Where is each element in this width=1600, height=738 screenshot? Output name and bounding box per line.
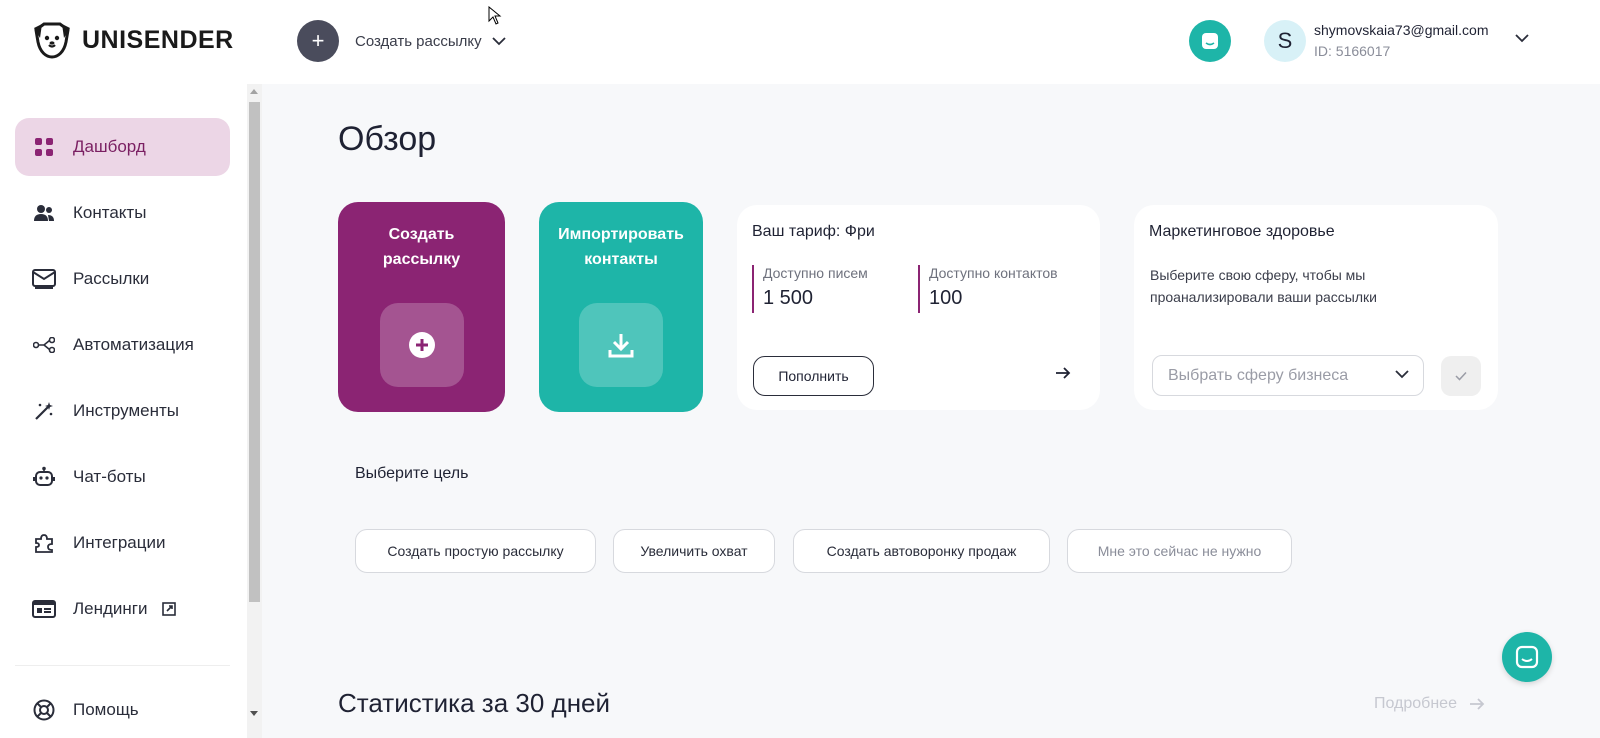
sidebar-item-dashboard[interactable]: Дашборд [15,118,230,176]
goal-simple-campaign-button[interactable]: Создать простую рассылку [355,529,596,573]
import-contacts-card[interactable]: Импортировать контакты [539,202,703,412]
more-link-label: Подробнее [1374,695,1457,712]
sidebar-item-label: Дашборд [73,137,146,156]
health-title: Маркетинговое здоровье [1149,223,1335,240]
plus-icon[interactable]: + [297,20,339,62]
scroll-up-arrow-icon[interactable] [250,89,258,94]
create-card-tile [380,303,464,387]
health-description: Выберите свою сферу, чтобы мы проанализи… [1150,267,1377,305]
sidebar-item-label: Чат-боты [73,467,146,486]
magic-wand-icon [30,397,58,425]
download-icon [608,334,634,358]
external-link-icon [161,602,176,616]
arrow-right-icon [1469,698,1485,710]
puzzle-icon [30,529,58,557]
top-header: UNISENDER + Создать рассылку S shymovska… [0,0,1600,84]
automation-icon [30,331,58,359]
logo-text: UNISENDER [82,25,234,54]
chat-button[interactable] [1189,20,1231,62]
tariff-title: Ваш тариф: Фри [752,223,875,240]
sidebar-item-campaigns[interactable]: Рассылки [15,250,230,308]
sidebar-item-contacts[interactable]: Контакты [15,184,230,242]
sidebar-item-label: Инструменты [73,401,180,420]
arrow-right-icon[interactable] [1055,367,1071,379]
create-campaign-card[interactable]: Создать рассылку [338,202,505,412]
contacts-label: Доступно контактов [929,265,1058,281]
user-email[interactable]: shymovskaia73@gmail.com [1314,22,1489,38]
import-card-title: Импортировать контакты [558,226,684,268]
goal-increase-reach-button[interactable]: Увеличить охват [613,529,775,573]
scroll-thumb[interactable] [249,102,260,602]
chevron-down-icon[interactable] [1515,34,1529,43]
scroll-down-arrow-icon[interactable] [250,711,258,716]
sidebar-item-label: Контакты [73,203,147,222]
contacts-icon [30,199,58,227]
chat-icon [1515,645,1539,669]
sidebar-divider [15,665,230,666]
logo[interactable]: UNISENDER [30,20,234,60]
sidebar-item-label: Лендинги [73,599,148,618]
create-card-title: Создать рассылку [382,226,461,268]
support-chat-button[interactable] [1502,632,1552,682]
sidebar-item-help[interactable]: Помощь [15,681,230,738]
select-placeholder: Выбрать сферу бизнеса [1168,366,1349,384]
mouse-cursor-icon [488,6,502,25]
sidebar-item-landings[interactable]: Лендинги [15,580,230,638]
emails-stat: Доступно писем 1 500 [752,265,868,313]
page-title: Обзор [338,120,437,158]
sidebar-item-label: Автоматизация [73,335,194,354]
more-link[interactable]: Подробнее [1374,695,1485,713]
sidebar-item-label: Помощь [73,700,139,719]
goal-title: Выберите цель [355,465,469,482]
contacts-stat: Доступно контактов 100 [918,265,1058,313]
landing-icon [30,595,58,623]
sidebar-item-label: Интеграции [73,533,166,552]
check-icon [1455,371,1467,381]
goal-sales-funnel-button[interactable]: Создать автоворонку продаж [793,529,1050,573]
goal-not-needed-button[interactable]: Мне это сейчас не нужно [1067,529,1292,573]
create-campaign-menu[interactable]: + Создать рассылку [297,20,506,62]
business-sphere-select[interactable]: Выбрать сферу бизнеса [1152,355,1424,396]
plus-circle-icon [409,332,435,358]
create-campaign-label: Создать рассылку [355,32,482,50]
chevron-down-icon [491,36,506,45]
tariff-card: Ваш тариф: Фри Доступно писем 1 500 Дост… [737,205,1100,410]
contacts-value: 100 [929,287,963,309]
confirm-button[interactable] [1441,356,1481,396]
stats-title: Статистика за 30 дней [338,688,611,718]
avatar[interactable]: S [1264,20,1306,62]
robot-icon [30,463,58,491]
chat-icon [1202,33,1218,49]
sidebar: Дашборд Контакты Рассылки Автоматизация … [0,84,262,738]
emails-value: 1 500 [763,287,814,309]
sidebar-scrollbar[interactable] [247,84,262,738]
help-icon [30,696,58,724]
sidebar-item-integrations[interactable]: Интеграции [15,514,230,572]
emails-label: Доступно писем [763,265,868,281]
chevron-down-icon [1395,370,1409,379]
user-id: ID: 5166017 [1314,43,1391,59]
sidebar-item-tools[interactable]: Инструменты [15,382,230,440]
sidebar-item-chatbots[interactable]: Чат-боты [15,448,230,506]
sidebar-item-automation[interactable]: Автоматизация [15,316,230,374]
mail-icon [30,265,58,293]
sidebar-item-label: Рассылки [73,269,150,288]
dashboard-icon [30,133,58,161]
marketing-health-card: Маркетинговое здоровье Выберите свою сфе… [1134,205,1498,410]
import-card-tile [579,303,663,387]
dog-logo-icon [34,22,70,59]
topup-button[interactable]: Пополнить [753,356,874,396]
